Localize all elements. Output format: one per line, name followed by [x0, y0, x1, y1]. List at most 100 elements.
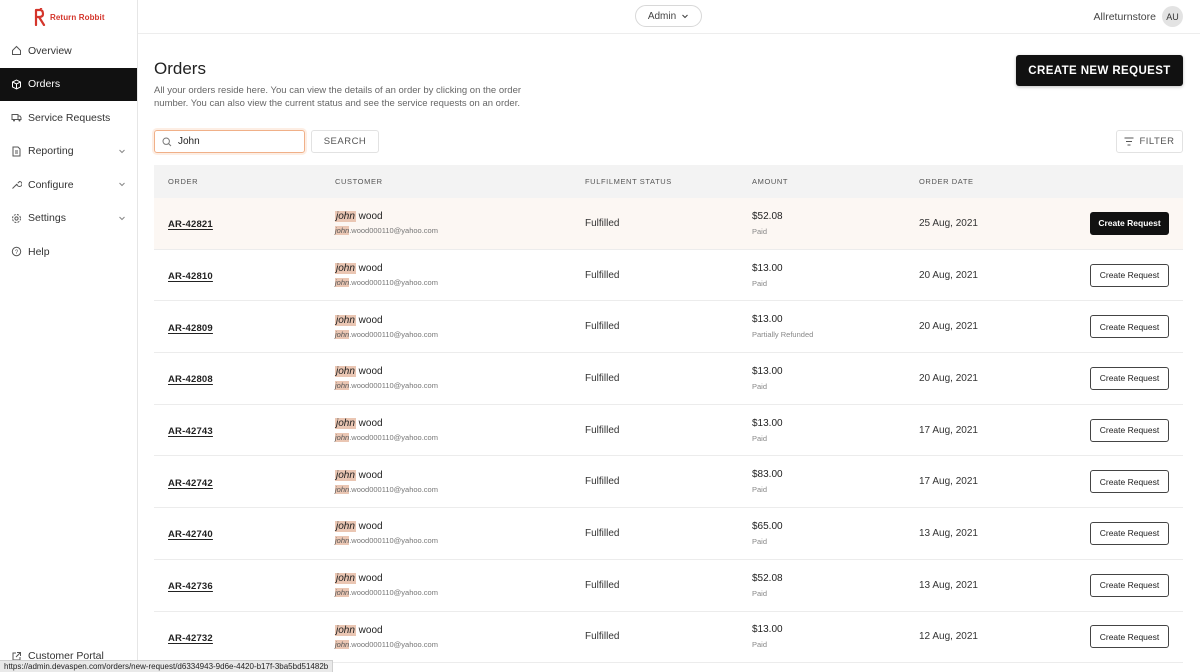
fulfilment-status: Fulfilled: [585, 631, 620, 643]
customer-email: john.wood000110@yahoo.com: [335, 588, 438, 598]
customer-email-rest: .wood000110@yahoo.com: [349, 381, 438, 391]
sidebar-item-configure[interactable]: Configure: [0, 168, 137, 202]
search-highlight: john: [335, 381, 350, 391]
column-header-fulfilment-status[interactable]: FULFILMENT STATUS: [585, 177, 672, 186]
order-date: 25 Aug, 2021: [919, 217, 978, 229]
role-label: Admin: [647, 10, 677, 22]
page-description: All your orders reside here. You can vie…: [154, 85, 522, 109]
order-amount: $52.08: [752, 572, 783, 584]
order-number-link[interactable]: AR-42743: [168, 426, 213, 437]
customer-email-rest: .wood000110@yahoo.com: [349, 536, 438, 546]
customer-email: john.wood000110@yahoo.com: [335, 639, 438, 649]
order-number-link[interactable]: AR-42736: [168, 581, 213, 592]
payment-status: Paid: [752, 278, 768, 288]
customer-email-rest: .wood000110@yahoo.com: [349, 226, 438, 236]
table-row[interactable]: AR-42742 john wood john.wood000110@yahoo.c…: [154, 456, 1183, 509]
filter-button[interactable]: FILTER: [1116, 130, 1183, 153]
sidebar-item-orders[interactable]: Orders: [0, 67, 137, 101]
search-button[interactable]: SEARCH: [311, 130, 379, 153]
search-icon: [162, 136, 172, 146]
create-request-button[interactable]: Create Request: [1090, 521, 1169, 545]
avatar[interactable]: AU: [1162, 6, 1183, 27]
filter-icon: [1124, 137, 1134, 146]
order-amount: $52.08: [752, 210, 783, 222]
fulfilment-status: Fulfilled: [585, 476, 620, 488]
search-highlight: john: [335, 314, 356, 326]
order-amount: $13.00: [752, 624, 783, 636]
link-status-bar: https://admin.devaspen.com/orders/new-re…: [0, 660, 334, 672]
create-new-request-button[interactable]: CREATE NEW REQUEST: [1016, 55, 1183, 86]
order-number-link[interactable]: AR-42808: [168, 374, 213, 385]
create-request-button[interactable]: Create Request: [1090, 470, 1169, 494]
search-field[interactable]: [154, 130, 305, 153]
order-amount: $83.00: [752, 469, 783, 481]
customer-name-rest: wood: [355, 624, 383, 636]
order-amount: $13.00: [752, 314, 783, 326]
order-number-link[interactable]: AR-42740: [168, 529, 213, 540]
chevron-down-icon: [119, 149, 125, 153]
create-request-button[interactable]: Create Request: [1090, 211, 1169, 235]
search-highlight: john: [335, 639, 350, 649]
order-number-link[interactable]: AR-42809: [168, 323, 213, 334]
create-request-button[interactable]: Create Request: [1090, 263, 1169, 287]
create-request-button[interactable]: Create Request: [1090, 418, 1169, 442]
sidebar-item-overview[interactable]: Overview: [0, 34, 137, 68]
role-selector[interactable]: Admin: [635, 5, 702, 27]
sidebar: Return Robbit Overview Orders Service Re…: [0, 0, 138, 672]
order-date: 17 Aug, 2021: [919, 424, 978, 436]
sidebar-item-label: Reporting: [28, 145, 74, 158]
table-row[interactable]: AR-42736 john wood john.wood000110@yahoo.c…: [154, 560, 1183, 612]
search-highlight: john: [335, 521, 356, 533]
chevron-down-icon: [119, 216, 125, 220]
create-request-button[interactable]: Create Request: [1090, 625, 1169, 649]
order-number-link[interactable]: AR-42732: [168, 633, 213, 644]
order-date: 13 Aug, 2021: [919, 579, 978, 591]
create-request-button[interactable]: Create Request: [1090, 366, 1169, 390]
store-name[interactable]: Allreturnstore: [1094, 11, 1156, 23]
amount-cell: $13.00 Partially Refunded: [752, 314, 813, 339]
sidebar-item-reporting[interactable]: Reporting: [0, 135, 137, 169]
create-request-button[interactable]: Create Request: [1090, 315, 1169, 339]
column-header-order[interactable]: ORDER: [168, 177, 198, 186]
fulfilment-status: Fulfilled: [585, 579, 620, 591]
customer-email-rest: .wood000110@yahoo.com: [349, 639, 438, 649]
customer-name: john wood: [335, 521, 438, 533]
table-row[interactable]: AR-42732 john wood john.wood000110@yahoo.c…: [154, 612, 1183, 664]
sidebar-item-settings[interactable]: Settings: [0, 202, 137, 236]
column-header-order-date[interactable]: ORDER DATE: [919, 177, 974, 186]
search-highlight: john: [335, 573, 356, 585]
column-header-amount[interactable]: AMOUNT: [752, 177, 788, 186]
table-row[interactable]: AR-42808 john wood john.wood000110@yahoo.c…: [154, 353, 1183, 405]
fulfilment-status: Fulfilled: [585, 269, 620, 281]
order-amount: $65.00: [752, 520, 783, 532]
customer-name-rest: wood: [355, 573, 383, 585]
gear-icon: [11, 213, 22, 224]
order-number-link[interactable]: AR-42810: [168, 271, 213, 282]
order-number-link[interactable]: AR-42821: [168, 219, 213, 230]
table-body: AR-42821 john wood john.wood000110@yahoo.c…: [154, 198, 1183, 664]
sidebar-item-service-requests[interactable]: Service Requests: [0, 101, 137, 135]
column-header-customer[interactable]: CUSTOMER: [335, 177, 383, 186]
search-highlight: john: [335, 329, 350, 339]
sidebar-item-label: Help: [28, 245, 50, 258]
sidebar-item-label: Configure: [28, 178, 74, 191]
order-amount: $13.00: [752, 262, 783, 274]
order-date: 12 Aug, 2021: [919, 631, 978, 643]
table-row[interactable]: AR-42810 john wood john.wood000110@yahoo.c…: [154, 250, 1183, 302]
create-request-button[interactable]: Create Request: [1090, 573, 1169, 597]
search-input[interactable]: [178, 136, 288, 147]
table-row[interactable]: AR-42743 john wood john.wood000110@yahoo.c…: [154, 405, 1183, 457]
customer-cell: john wood john.wood000110@yahoo.com: [335, 263, 438, 288]
payment-status: Paid: [752, 485, 768, 495]
customer-cell: john wood john.wood000110@yahoo.com: [335, 211, 438, 236]
customer-name-rest: wood: [355, 366, 383, 378]
sidebar-item-help[interactable]: ? Help: [0, 235, 137, 269]
table-row[interactable]: AR-42809 john wood john.wood000110@yahoo.c…: [154, 301, 1183, 354]
table-row[interactable]: AR-42821 john wood john.wood000110@yahoo.c…: [154, 198, 1183, 250]
brand-logo[interactable]: Return Robbit: [0, 0, 137, 34]
order-amount: $13.00: [752, 365, 783, 377]
customer-name: john wood: [335, 469, 438, 481]
table-row[interactable]: AR-42740 john wood john .wood000110@yahoo.c…: [154, 508, 1183, 560]
search-highlight: john: [335, 624, 356, 636]
order-number-link[interactable]: AR-42742: [168, 478, 213, 489]
